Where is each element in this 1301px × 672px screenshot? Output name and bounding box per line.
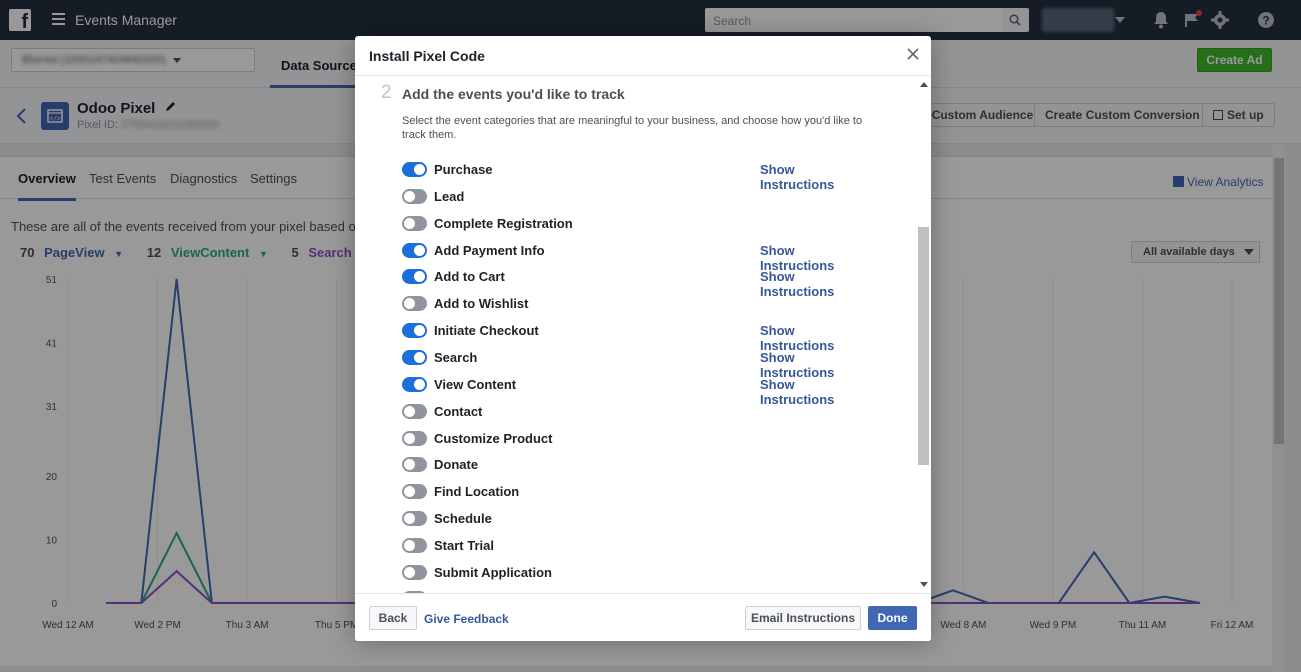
step-title: Add the events you'd like to track: [402, 86, 625, 102]
event-toggle-switch[interactable]: [402, 537, 427, 553]
toggle-knob: [414, 351, 425, 363]
step-number: 2: [381, 82, 392, 103]
event-row: Find Location: [402, 483, 872, 501]
event-label: Customize Product: [434, 430, 553, 446]
event-label: Initiate Checkout: [434, 323, 539, 339]
toggle-knob: [404, 539, 415, 551]
event-toggle-switch[interactable]: [402, 430, 427, 446]
event-toggle-switch[interactable]: [402, 376, 427, 392]
event-row: Add Payment Info Show Instructions: [402, 242, 872, 273]
toggle-knob: [404, 298, 415, 310]
step-description: Select the event categories that are mea…: [402, 115, 863, 141]
toggle-knob: [404, 190, 415, 202]
scrollbar-thumb[interactable]: [918, 227, 929, 465]
done-button[interactable]: Done: [868, 606, 917, 630]
dialog-scrollbar[interactable]: [916, 76, 931, 593]
install-pixel-code-dialog: Install Pixel Code 2 Add the events you'…: [355, 36, 931, 641]
toggle-knob: [404, 405, 415, 417]
close-icon[interactable]: [906, 47, 920, 61]
dialog-footer: Back Give Feedback Email Instructions Do…: [355, 593, 931, 641]
toggle-knob: [414, 378, 425, 390]
event-label: Find Location: [434, 484, 520, 500]
event-label: Start Trial: [434, 537, 494, 553]
event-row: View Content Show Instructions: [402, 376, 872, 407]
toggle-knob: [404, 513, 415, 525]
event-toggle-switch[interactable]: [402, 242, 427, 258]
event-label: Add to Wishlist: [434, 296, 529, 312]
event-row: Search Show Instructions: [402, 349, 872, 380]
event-label: Add to Cart: [434, 269, 505, 285]
event-label: Purchase: [434, 162, 493, 177]
scroll-down-arrow-icon[interactable]: [920, 582, 928, 587]
event-row: Complete Registration: [402, 215, 872, 233]
event-toggle-switch[interactable]: [402, 215, 427, 231]
event-label: Lead: [434, 188, 465, 204]
event-row: Submit Application: [402, 564, 872, 582]
event-row: Initiate Checkout Show Instructions: [402, 322, 872, 353]
toggle-knob: [414, 271, 425, 283]
event-label: Search: [434, 349, 478, 365]
event-label: Contact: [434, 403, 483, 419]
event-row: Add to Cart Show Instructions: [402, 268, 872, 299]
event-row: Start Trial: [402, 537, 872, 555]
give-feedback-link[interactable]: Give Feedback: [424, 612, 509, 626]
dialog-body: 2 Add the events you'd like to track Sel…: [355, 76, 931, 593]
dialog-header: Install Pixel Code: [355, 36, 931, 76]
event-toggle-switch[interactable]: [402, 323, 427, 339]
event-toggle-switch[interactable]: [402, 188, 427, 204]
event-toggle-switch[interactable]: [402, 457, 427, 473]
toggle-knob: [404, 566, 415, 578]
event-label: Complete Registration: [434, 215, 573, 231]
back-button[interactable]: Back: [369, 606, 417, 630]
toggle-knob: [414, 164, 425, 175]
event-row: Contact: [402, 403, 872, 421]
event-label: Donate: [434, 457, 479, 473]
toggle-knob: [404, 432, 415, 444]
event-row: Add to Wishlist: [402, 295, 872, 313]
toggle-knob: [404, 486, 415, 498]
toggle-knob: [404, 217, 415, 229]
event-toggle-switch[interactable]: [402, 296, 427, 312]
email-instructions-button[interactable]: Email Instructions: [745, 606, 861, 630]
toggle-knob: [414, 325, 425, 337]
event-row: Donate: [402, 456, 872, 474]
event-row: Lead: [402, 188, 872, 206]
event-label: Submit Application: [434, 564, 552, 580]
event-toggle-switch[interactable]: [402, 511, 427, 527]
event-toggle-switch[interactable]: [402, 269, 427, 285]
scroll-up-arrow-icon[interactable]: [920, 82, 928, 87]
event-label: View Content: [434, 376, 517, 392]
event-label: Schedule: [434, 511, 492, 527]
event-toggle-switch[interactable]: [402, 349, 427, 365]
event-toggle-switch[interactable]: [402, 484, 427, 500]
event-toggle-switch[interactable]: [402, 403, 427, 419]
event-toggle-switch[interactable]: [402, 162, 427, 177]
event-row: Customize Product: [402, 430, 872, 448]
toggle-knob: [414, 244, 425, 256]
event-row: Schedule: [402, 510, 872, 528]
event-row: Purchase Show Instructions: [402, 161, 872, 192]
toggle-knob: [404, 459, 415, 471]
event-toggle-switch[interactable]: [402, 564, 427, 580]
event-label: Add Payment Info: [434, 242, 545, 258]
dialog-title: Install Pixel Code: [369, 48, 485, 64]
